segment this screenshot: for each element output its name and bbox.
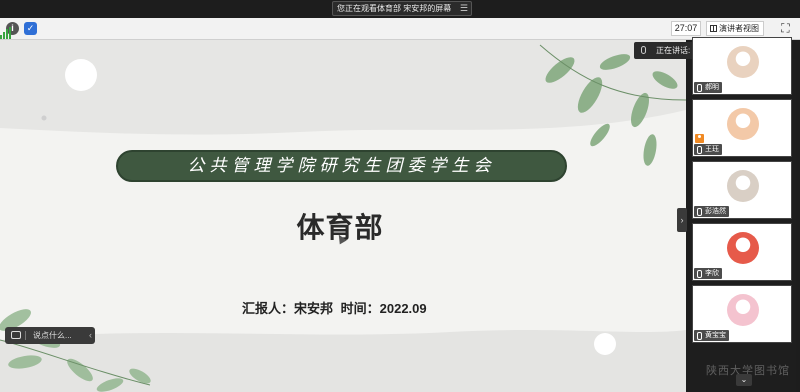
time-label: 时间：2022.09 — [340, 301, 427, 316]
avatar — [727, 108, 759, 140]
shield-icon[interactable]: ✓ — [24, 22, 37, 35]
shared-slide: 公共管理学院研究生团委学生会 体育部 汇报人：宋安邦 时间：2022.09 — [0, 40, 686, 392]
host-badge-icon — [695, 134, 704, 143]
meeting-timer: 27:07 — [671, 21, 701, 36]
chat-bubble-icon — [11, 331, 21, 339]
chat-collapse-icon[interactable]: ‹ — [89, 327, 92, 344]
chat-input[interactable]: 说点什么... ‹ — [5, 327, 95, 344]
participant-tile[interactable]: 李欣 — [692, 223, 792, 281]
speaker-view-label: 演讲者视图 — [719, 24, 759, 33]
participant-name: 王珏 — [694, 144, 722, 155]
share-menu-icon[interactable]: ☰ — [460, 2, 468, 15]
slide-reporter-line: 汇报人：宋安邦 时间：2022.09 — [242, 298, 431, 317]
speaker-view-button[interactable]: 演讲者视图 — [706, 21, 764, 36]
participant-tile[interactable]: 彭浩然 — [692, 161, 792, 219]
reporter-label: 汇报人：宋安邦 — [242, 301, 334, 316]
participant-name: 彭浩然 — [694, 206, 729, 217]
participant-name: 郝明 — [694, 82, 722, 93]
avatar — [727, 170, 759, 202]
screen-share-text: 您正在观看体育部 宋安邦的屏幕 — [337, 4, 452, 13]
avatar — [727, 232, 759, 264]
participant-tile[interactable]: 黄宝宝 — [692, 285, 792, 343]
participant-tile[interactable]: 郝明 — [692, 37, 792, 95]
participant-name: 李欣 — [694, 268, 722, 279]
avatar — [727, 46, 759, 78]
panel-toggle-icon[interactable]: › — [677, 208, 687, 232]
screen-share-banner[interactable]: 您正在观看体育部 宋安邦的屏幕 ☰ — [332, 1, 472, 16]
scroll-down-icon[interactable]: ⌄ — [736, 374, 752, 386]
participant-panel[interactable]: 郝明 王珏 彭浩然 李欣 黄宝宝 — [690, 37, 796, 392]
divider — [25, 331, 26, 340]
fullscreen-icon[interactable]: ⛶ — [778, 21, 793, 36]
chat-placeholder: 说点什么... — [33, 331, 72, 340]
slide-banner-title: 公共管理学院研究生团委学生会 — [116, 150, 567, 182]
microphone-icon — [641, 46, 646, 54]
participant-name: 黄宝宝 — [694, 330, 729, 341]
meeting-window: 您正在观看体育部 宋安邦的屏幕 ☰ i ✓ 27:07 演讲者视图 ⛶ 公共管理… — [0, 0, 800, 392]
participant-tile[interactable]: 王珏 — [692, 99, 792, 157]
meeting-toolbar: i ✓ 27:07 演讲者视图 ⛶ — [0, 18, 800, 40]
avatar — [727, 294, 759, 326]
grid-view-icon — [710, 25, 717, 32]
